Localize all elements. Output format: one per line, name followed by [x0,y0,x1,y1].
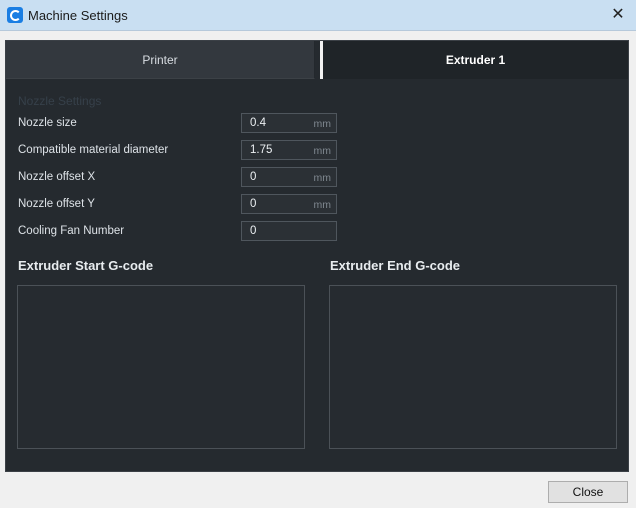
material-diameter-label: Compatible material diameter [18,144,169,156]
nozzle-size-label: Nozzle size [18,117,77,129]
cura-logo-icon [7,7,23,23]
nozzle-size-unit: mm [313,118,332,130]
material-diameter-value: 1.75 [250,144,273,156]
cooling-fan-number-field[interactable]: 0 [241,221,337,241]
cooling-fan-number-value: 0 [250,225,257,237]
settings-panel: Printer Extruder 1 Nozzle Settings Nozzl… [5,40,629,472]
close-button[interactable]: Close [548,481,628,503]
nozzle-offset-x-label: Nozzle offset X [18,171,96,183]
nozzle-size-value: 0.4 [250,117,266,129]
extruder-start-gcode-editor[interactable] [17,285,305,449]
title-bar: Machine Settings ✕ [0,0,636,31]
extruder-end-gcode-editor[interactable] [329,285,617,449]
close-icon[interactable]: ✕ [608,5,628,25]
nozzle-offset-y-value: 0 [250,198,257,210]
nozzle-offset-y-unit: mm [313,199,332,211]
material-diameter-unit: mm [313,145,332,157]
extruder-end-gcode-heading: Extruder End G-code [330,258,461,273]
extruder-start-gcode-heading: Extruder Start G-code [18,258,154,273]
nozzle-settings-heading: Nozzle Settings [18,94,102,108]
nozzle-offset-x-value: 0 [250,171,257,183]
tab-printer[interactable]: Printer [6,41,315,79]
nozzle-offset-x-field[interactable]: 0 mm [241,167,337,187]
window-title: Machine Settings [28,8,128,23]
tab-extruder-1[interactable]: Extruder 1 [320,41,628,79]
nozzle-offset-x-unit: mm [313,172,332,184]
nozzle-offset-y-field[interactable]: 0 mm [241,194,337,214]
cooling-fan-number-label: Cooling Fan Number [18,225,125,237]
machine-settings-window: Machine Settings ✕ Printer Extruder 1 No… [0,0,636,508]
material-diameter-field[interactable]: 1.75 mm [241,140,337,160]
nozzle-offset-y-label: Nozzle offset Y [18,198,95,210]
nozzle-size-field[interactable]: 0.4 mm [241,113,337,133]
